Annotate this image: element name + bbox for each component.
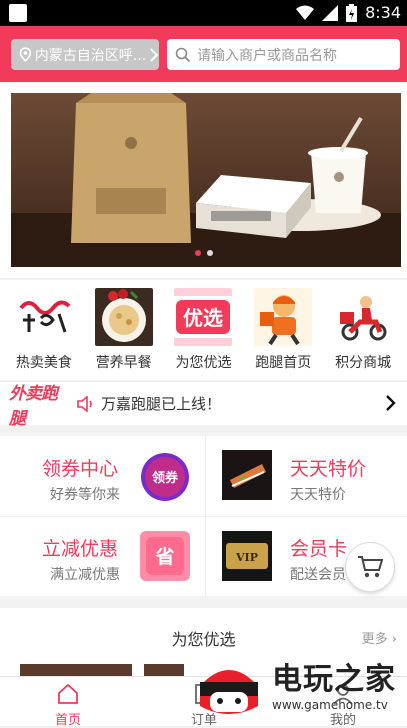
promo-title: 天天特价 <box>290 458 367 480</box>
status-bar: 8:34 <box>0 0 407 26</box>
search-placeholder: 请输入商户或商品名称 <box>197 47 337 64</box>
carousel-dot-active[interactable] <box>195 250 201 256</box>
app-notification-icon <box>9 4 27 22</box>
svg-text:领券: 领券 <box>152 470 179 486</box>
svg-text:优选: 优选 <box>183 306 223 330</box>
watermark-brand: 电玩之家 <box>272 662 396 697</box>
chevron-right-icon <box>150 47 159 62</box>
promo-subtitle: 天天特价 <box>290 487 346 503</box>
category-hot-food[interactable]: 热卖美食 <box>8 288 80 380</box>
food-logo-icon <box>14 288 73 346</box>
promo-subtitle: 好券等你来 <box>50 487 120 503</box>
shopping-cart-icon <box>358 556 383 578</box>
promo-title: 立减优惠 <box>42 538 119 560</box>
category-label: 热卖美食 <box>15 355 72 371</box>
scooter-delivery-icon <box>334 288 393 346</box>
system-tray: 8:34 <box>296 3 401 22</box>
battery-icon <box>346 3 358 22</box>
category-label: 积分商城 <box>335 355 392 371</box>
category-label: 跑腿首页 <box>255 355 312 371</box>
speaker-icon <box>77 395 92 412</box>
takeaway-packaging-illustration <box>11 93 401 267</box>
carousel-dot[interactable] <box>207 250 213 256</box>
category-errand[interactable]: 跑腿首页 <box>247 288 319 380</box>
banner-carousel <box>0 82 407 278</box>
promo-subtitle: 配送会员 <box>290 567 346 583</box>
top-header: 内蒙古自治区呼... 请输入商户或商品名称 <box>0 26 407 82</box>
signal-icon <box>322 4 339 21</box>
tab-home[interactable]: 首页 <box>18 677 118 728</box>
promo-title: 领券中心 <box>42 458 119 480</box>
home-icon <box>58 683 78 704</box>
location-label: 内蒙古自治区呼... <box>34 47 147 64</box>
category-label: 营养早餐 <box>95 355 152 371</box>
save-badge-icon: 省 <box>140 531 190 581</box>
svg-text:省: 省 <box>154 546 174 568</box>
cart-button[interactable] <box>345 542 395 592</box>
vip-card-icon: VIP <box>222 531 272 581</box>
promo-daily-special[interactable]: 天天特价 天天特价 <box>206 436 407 516</box>
clock: 8:34 <box>365 3 401 22</box>
category-label: 为您优选 <box>175 355 232 371</box>
section-title: 为您优选 <box>171 630 236 649</box>
promo-instant-discount[interactable]: 立减优惠 满立减优惠 省 <box>0 517 203 597</box>
promo-subtitle: 满立减优惠 <box>50 567 120 583</box>
courier-runner-icon <box>254 288 313 346</box>
search-icon <box>175 47 191 62</box>
announcement-text: 万嘉跑腿已上线！ <box>101 395 222 413</box>
takeaway-errand-logo: 外卖跑腿 <box>9 383 58 429</box>
site-watermark: 电玩之家 www.gamehome.tv <box>188 650 407 726</box>
selection-badge-icon: 优选 <box>174 288 233 346</box>
more-link[interactable]: 更多 › <box>362 628 397 647</box>
search-input[interactable]: 请输入商户或商品名称 <box>167 39 400 70</box>
category-points-mall[interactable]: 积分商城 <box>327 288 399 380</box>
svg-text:VIP: VIP <box>235 551 258 564</box>
promo-coupon-center[interactable]: 领券中心 好券等你来 领券 <box>0 436 203 516</box>
category-selection[interactable]: 优选 为您优选 <box>167 288 239 380</box>
announcement-bar[interactable]: 外卖跑腿 万嘉跑腿已上线！ <box>0 381 407 429</box>
location-pin-icon <box>19 47 32 62</box>
location-selector[interactable]: 内蒙古自治区呼... <box>11 39 159 70</box>
sushi-photo-icon <box>222 450 272 500</box>
promo-title: 会员卡 <box>290 538 348 560</box>
carousel-dots <box>195 250 213 256</box>
chevron-right-icon[interactable] <box>385 394 397 412</box>
category-grid: 热卖美食 营养早餐 优选 为您优选 跑腿首页 积分商城 <box>0 280 407 380</box>
ninja-mascot-icon <box>200 670 258 714</box>
banner-image[interactable] <box>11 93 401 267</box>
coupon-badge-icon: 领券 <box>141 453 189 501</box>
tab-label: 首页 <box>54 713 81 728</box>
category-breakfast[interactable]: 营养早餐 <box>88 288 160 380</box>
watermark-url: www.gamehome.tv <box>272 698 388 712</box>
wifi-icon <box>296 5 315 20</box>
more-label: 更多 <box>361 632 388 647</box>
breakfast-plate-icon <box>94 288 153 346</box>
